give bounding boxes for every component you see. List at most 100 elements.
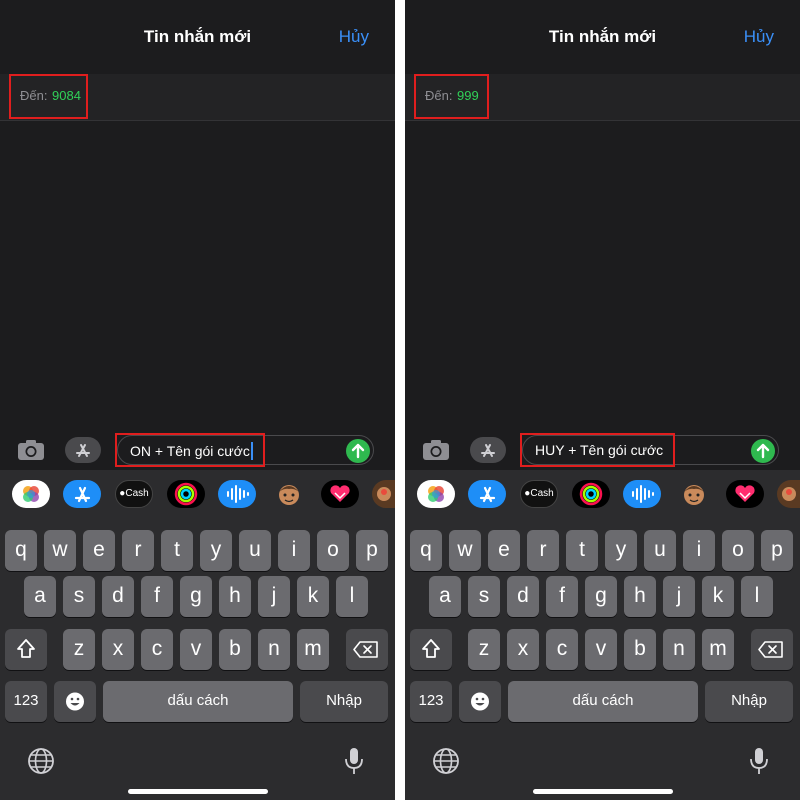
send-button[interactable] <box>346 439 370 463</box>
key-l[interactable]: l <box>336 576 368 617</box>
camera-icon[interactable] <box>16 438 46 462</box>
key-g[interactable]: g <box>180 576 212 617</box>
app-store-button[interactable] <box>470 437 506 463</box>
microphone-icon[interactable] <box>339 746 369 776</box>
key-h[interactable]: h <box>624 576 656 617</box>
audio-message-icon[interactable] <box>623 480 661 508</box>
photos-icon[interactable] <box>417 480 455 508</box>
key-q[interactable]: q <box>410 530 442 571</box>
key-t[interactable]: t <box>161 530 193 571</box>
app-store-icon[interactable] <box>468 480 506 508</box>
key-j[interactable]: j <box>663 576 695 617</box>
shift-key[interactable] <box>5 629 47 670</box>
key-u[interactable]: u <box>644 530 676 571</box>
key-k[interactable]: k <box>702 576 734 617</box>
key-r[interactable]: r <box>527 530 559 571</box>
key-s[interactable]: s <box>63 576 95 617</box>
key-a[interactable]: a <box>24 576 56 617</box>
stickers-icon[interactable] <box>777 480 800 508</box>
key-y[interactable]: y <box>605 530 637 571</box>
shift-key[interactable] <box>410 629 452 670</box>
key-d[interactable]: d <box>507 576 539 617</box>
page-title: Tin nhắn mới <box>143 27 252 46</box>
key-o[interactable]: o <box>722 530 754 571</box>
key-v[interactable]: v <box>180 629 212 670</box>
key-v[interactable]: v <box>585 629 617 670</box>
key-k[interactable]: k <box>297 576 329 617</box>
apple-cash-icon[interactable]: ●Cash <box>520 480 558 508</box>
key-u[interactable]: u <box>239 530 271 571</box>
numbers-key[interactable]: 123 <box>5 681 47 722</box>
key-n[interactable]: n <box>663 629 695 670</box>
numbers-key[interactable]: 123 <box>410 681 452 722</box>
message-area <box>405 121 800 430</box>
key-t[interactable]: t <box>566 530 598 571</box>
key-w[interactable]: w <box>44 530 76 571</box>
phone-screen-right: Tin nhắn mới Hủy Đến: 999 HUY + Tên gói … <box>405 0 800 800</box>
emoji-key[interactable] <box>54 681 96 722</box>
key-e[interactable]: e <box>488 530 520 571</box>
key-o[interactable]: o <box>317 530 349 571</box>
recipient-row[interactable]: Đến: 9084 <box>0 74 395 121</box>
key-b[interactable]: b <box>219 629 251 670</box>
key-r[interactable]: r <box>122 530 154 571</box>
activity-icon[interactable] <box>167 480 205 508</box>
space-key[interactable]: dấu cách <box>103 681 293 722</box>
key-h[interactable]: h <box>219 576 251 617</box>
key-p[interactable]: p <box>356 530 388 571</box>
key-i[interactable]: i <box>683 530 715 571</box>
key-c[interactable]: c <box>546 629 578 670</box>
key-q[interactable]: q <box>5 530 37 571</box>
key-s[interactable]: s <box>468 576 500 617</box>
header: Tin nhắn mới Hủy <box>0 0 395 74</box>
key-x[interactable]: x <box>507 629 539 670</box>
key-j[interactable]: j <box>258 576 290 617</box>
key-z[interactable]: z <box>468 629 500 670</box>
recipient-highlight-box <box>9 74 88 119</box>
stickers-icon[interactable] <box>372 480 395 508</box>
key-i[interactable]: i <box>278 530 310 571</box>
cancel-button[interactable]: Hủy <box>744 27 774 47</box>
digital-touch-icon[interactable] <box>321 480 359 508</box>
apple-cash-icon[interactable]: ●Cash <box>115 480 153 508</box>
key-c[interactable]: c <box>141 629 173 670</box>
key-x[interactable]: x <box>102 629 134 670</box>
key-d[interactable]: d <box>102 576 134 617</box>
key-w[interactable]: w <box>449 530 481 571</box>
backspace-key[interactable] <box>751 629 793 670</box>
backspace-key[interactable] <box>346 629 388 670</box>
audio-message-icon[interactable] <box>218 480 256 508</box>
key-l[interactable]: l <box>741 576 773 617</box>
cancel-button[interactable]: Hủy <box>339 27 369 47</box>
key-b[interactable]: b <box>624 629 656 670</box>
key-e[interactable]: e <box>83 530 115 571</box>
photos-icon[interactable] <box>12 480 50 508</box>
key-m[interactable]: m <box>702 629 734 670</box>
memoji-icon[interactable] <box>270 480 308 508</box>
return-key[interactable]: Nhập <box>705 681 793 722</box>
key-m[interactable]: m <box>297 629 329 670</box>
key-f[interactable]: f <box>546 576 578 617</box>
key-y[interactable]: y <box>200 530 232 571</box>
key-g[interactable]: g <box>585 576 617 617</box>
activity-icon[interactable] <box>572 480 610 508</box>
digital-touch-icon[interactable] <box>726 480 764 508</box>
space-key[interactable]: dấu cách <box>508 681 698 722</box>
key-n[interactable]: n <box>258 629 290 670</box>
app-store-icon[interactable] <box>63 480 101 508</box>
memoji-icon[interactable] <box>675 480 713 508</box>
key-f[interactable]: f <box>141 576 173 617</box>
microphone-icon[interactable] <box>744 746 774 776</box>
globe-icon[interactable] <box>431 746 461 776</box>
key-a[interactable]: a <box>429 576 461 617</box>
return-key[interactable]: Nhập <box>300 681 388 722</box>
key-z[interactable]: z <box>63 629 95 670</box>
recipient-row[interactable]: Đến: 999 <box>405 74 800 121</box>
key-p[interactable]: p <box>761 530 793 571</box>
camera-icon[interactable] <box>421 438 451 462</box>
emoji-key[interactable] <box>459 681 501 722</box>
globe-icon[interactable] <box>26 746 56 776</box>
app-store-button[interactable] <box>65 437 101 463</box>
recipient-highlight-box <box>414 74 489 119</box>
send-button[interactable] <box>751 439 775 463</box>
